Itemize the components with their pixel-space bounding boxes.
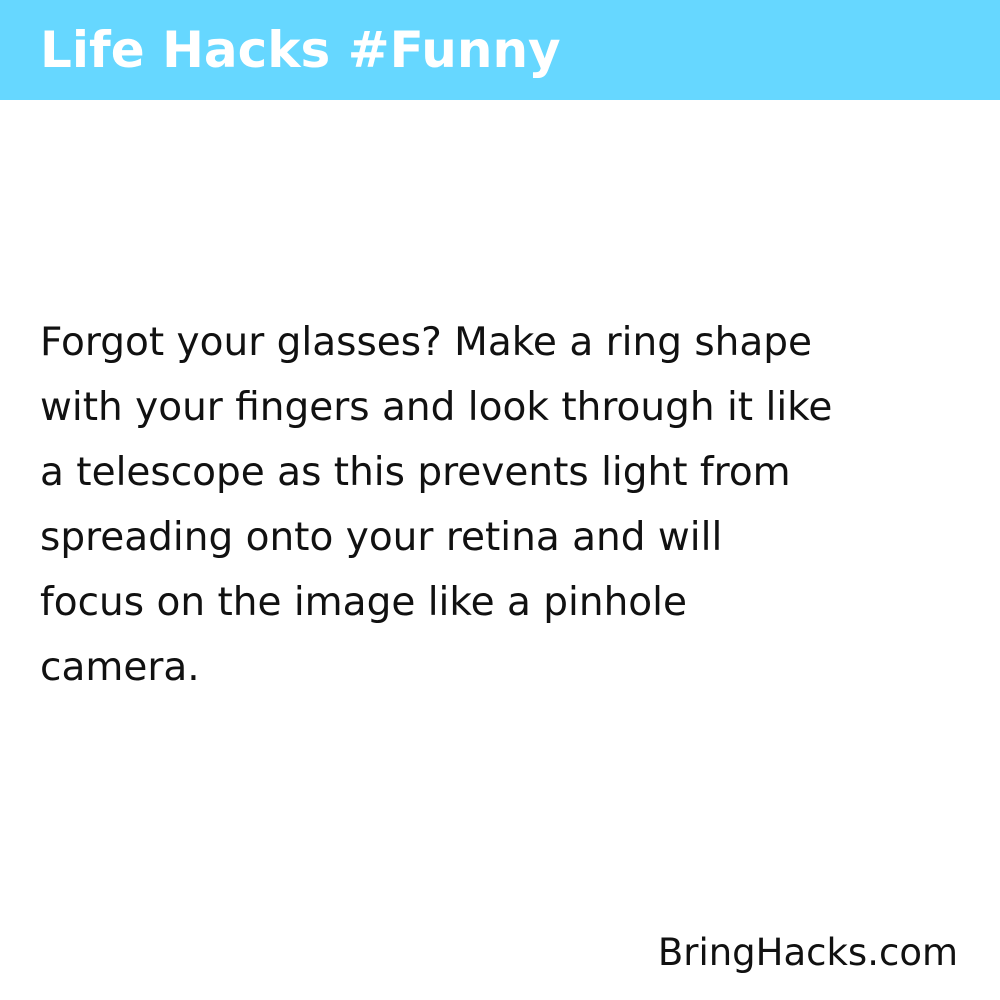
hack-text-line: a telescope as this prevents light from [40,450,791,495]
life-hack-card: Life Hacks #Funny Forgot your glasses? M… [0,0,1000,1000]
hack-text-line: camera. [40,645,200,690]
page-title: Life Hacks #Funny [40,21,561,79]
hack-text-line: spreading onto your retina and will [40,515,723,560]
hack-text-line: focus on the image like a pinhole [40,580,687,625]
hack-text-line: Forgot your glasses? Make a ring shape [40,320,813,365]
hack-text-line: with your fingers and look through it li… [40,385,833,430]
hack-text: Forgot your glasses? Make a ring shape w… [40,310,960,700]
site-watermark: BringHacks.com [657,931,958,974]
header-bar: Life Hacks #Funny [0,0,1000,100]
